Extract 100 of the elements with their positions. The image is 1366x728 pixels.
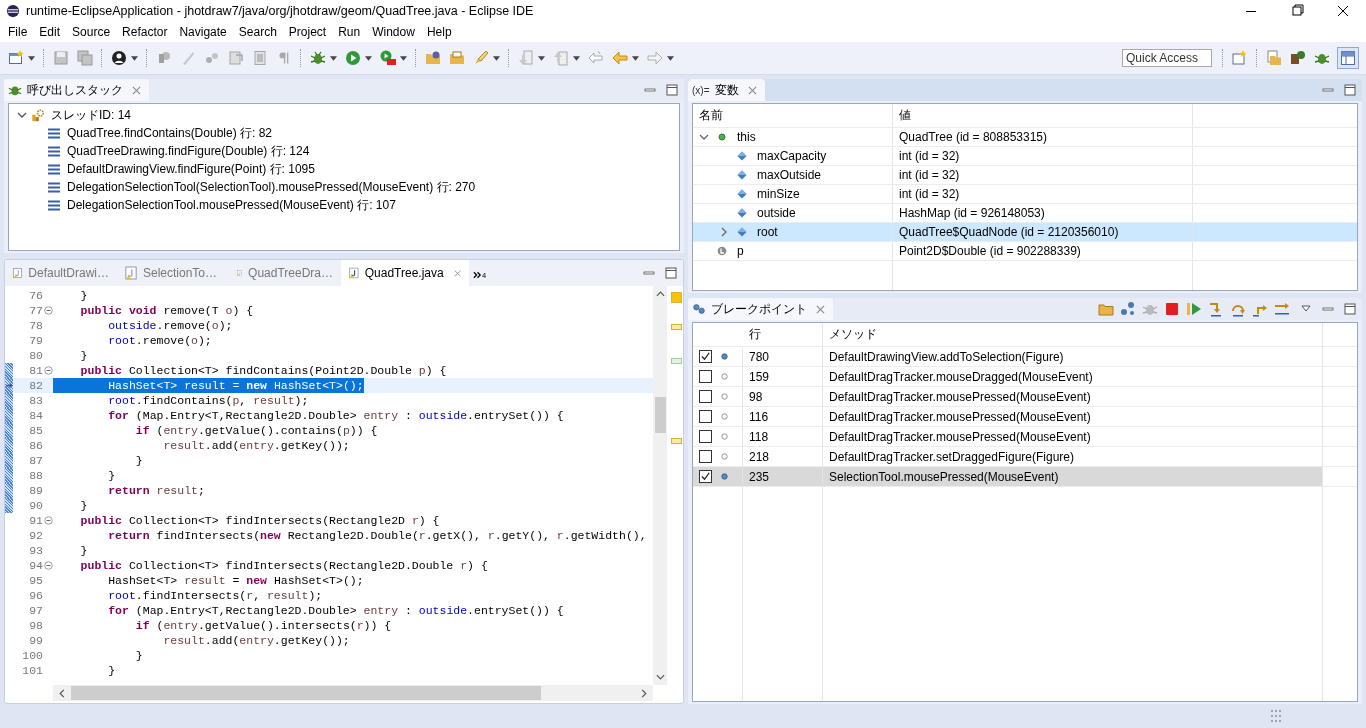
package-icon[interactable] <box>1290 50 1306 66</box>
caret-icon[interactable] <box>493 55 500 61</box>
variable-row[interactable]: maxOutside int (id = 32) <box>693 165 1357 184</box>
variable-row[interactable]: root QuadTree$QuadNode (id = 2120356010) <box>693 222 1357 241</box>
caret-icon[interactable] <box>28 55 35 61</box>
caret-icon[interactable] <box>538 55 545 61</box>
editor-tab[interactable]: DefaultDrawi… <box>5 260 117 286</box>
stop-icon[interactable] <box>1164 301 1180 317</box>
view-tab[interactable]: 変数 <box>714 81 739 99</box>
scroll-thumb[interactable] <box>71 686 541 700</box>
line-number: 80 <box>28 349 43 362</box>
method-cell: DefaultDragTracker.mousePressed(MouseEvent) <box>823 407 1323 426</box>
chevron-icon[interactable] <box>699 132 709 142</box>
caret-icon[interactable] <box>667 55 674 61</box>
menu-item[interactable]: Search <box>232 25 283 39</box>
variable-row[interactable]: this QuadTree (id = 808853315) <box>693 127 1357 146</box>
editor-tab[interactable]: SelectionTo… <box>117 260 229 286</box>
bug-icon[interactable] <box>310 50 326 66</box>
checkbox[interactable] <box>699 390 712 403</box>
maximize-icon[interactable] <box>1344 303 1356 315</box>
variable-name: maxCapacity <box>757 149 827 163</box>
checkbox[interactable] <box>699 430 712 443</box>
fold-icon[interactable] <box>43 366 53 375</box>
menu-item[interactable]: File <box>2 25 34 39</box>
scroll-thumb[interactable] <box>654 397 666 433</box>
menu-item[interactable]: Window <box>366 25 421 39</box>
breakpoint-row[interactable]: 780 DefaultDrawingView.addToSelection(Figure) <box>693 346 1357 366</box>
caret-icon[interactable] <box>573 55 580 61</box>
fold-icon[interactable] <box>43 516 53 525</box>
checkbox[interactable] <box>699 410 712 423</box>
layout-icon[interactable] <box>1338 48 1358 68</box>
menu-item[interactable]: Edit <box>33 25 67 39</box>
dots-icon[interactable] <box>1120 301 1136 317</box>
resume-icon[interactable] <box>1186 301 1202 317</box>
variable-row[interactable]: p Point2D$Double (id = 902288339) <box>693 241 1357 260</box>
menu-item[interactable]: Project <box>282 25 333 39</box>
breakpoint-row[interactable]: 116 DefaultDragTracker.mousePressed(MouseEvent) <box>693 406 1357 426</box>
close-icon[interactable] <box>132 85 141 95</box>
run-icon[interactable] <box>345 50 361 66</box>
code-line: } <box>79 543 88 558</box>
menu-item[interactable]: Help <box>420 25 458 39</box>
fold-icon[interactable] <box>43 561 53 570</box>
stack-frame[interactable]: DelegationSelectionTool(SelectionTool).mousePressed(MouseEvent) 行: 270 <box>67 178 476 196</box>
folder-icon[interactable] <box>449 50 465 66</box>
folder-icon[interactable] <box>1098 301 1114 317</box>
caret-icon[interactable] <box>632 55 639 61</box>
breakpoint-row[interactable]: 98 DefaultDragTracker.mousePressed(MouseEvent) <box>693 386 1357 406</box>
variable-row[interactable]: minSize int (id = 32) <box>693 184 1357 203</box>
chevron-icon[interactable] <box>719 227 729 237</box>
folder-icon[interactable] <box>425 50 441 66</box>
line-number: 83 <box>28 394 43 407</box>
stack-frame[interactable]: QuadTree.findContains(Double) 行: 82 <box>67 124 272 142</box>
breakpoint-row[interactable]: 235 SelectionTool.mousePressed(MouseEvent) <box>693 466 1357 486</box>
line-number: 85 <box>28 424 43 437</box>
thread-label[interactable]: スレッドID: 14 <box>51 106 131 124</box>
caret-icon[interactable] <box>400 55 407 61</box>
quick-access-field[interactable]: Quick Access <box>1122 49 1212 67</box>
checkbox[interactable] <box>699 350 712 363</box>
menu-item[interactable]: Refactor <box>116 25 174 39</box>
stack-frame[interactable]: DelegationSelectionTool.mousePressed(MouseEvent) 行: 107 <box>67 196 396 214</box>
caret-icon[interactable] <box>365 55 372 61</box>
column-header[interactable]: 行 <box>743 323 823 346</box>
chevron-icon[interactable] <box>17 110 27 120</box>
stack-frame[interactable]: QuadTreeDrawing.findFigure(Double) 行: 124 <box>67 142 310 160</box>
scroll-up-icon[interactable] <box>655 291 665 297</box>
editor-tab[interactable]: QuadTreeDra… <box>229 260 341 286</box>
maximize-icon[interactable] <box>665 267 677 279</box>
run-toolbox-icon[interactable] <box>380 50 396 66</box>
checkbox[interactable] <box>699 450 712 463</box>
variable-row[interactable]: maxCapacity int (id = 32) <box>693 146 1357 165</box>
maximize-icon[interactable] <box>1344 84 1356 96</box>
fold-icon[interactable] <box>43 306 53 315</box>
breakpoint-row[interactable]: 118 DefaultDragTracker.mousePressed(MouseEvent) <box>693 426 1357 446</box>
editor-tab[interactable]: QuadTree.java <box>341 260 469 286</box>
horizontal-scrollbar[interactable] <box>53 685 653 701</box>
checkbox[interactable] <box>699 370 712 383</box>
checkbox[interactable] <box>699 470 712 483</box>
caret-icon[interactable] <box>131 55 138 61</box>
caret-icon[interactable] <box>330 55 337 61</box>
chevron-icon <box>473 270 482 279</box>
close-icon[interactable] <box>747 85 757 95</box>
scroll-left-icon[interactable] <box>59 688 65 698</box>
column-header[interactable]: 名前 <box>693 104 893 127</box>
breakpoint-row[interactable]: 159 DefaultDragTracker.mouseDragged(MouseEvent) <box>693 366 1357 386</box>
vertical-scrollbar[interactable] <box>653 286 667 685</box>
scroll-down-icon[interactable] <box>655 674 665 680</box>
close-icon[interactable] <box>816 304 825 314</box>
step-into-icon[interactable] <box>1208 301 1224 317</box>
column-header[interactable]: 値 <box>893 104 1193 127</box>
menu-item[interactable]: Run <box>332 25 367 39</box>
person-icon[interactable] <box>111 50 127 66</box>
scroll-right-icon[interactable] <box>641 688 647 698</box>
menu-item[interactable]: Source <box>66 25 117 39</box>
new-file-icon[interactable] <box>8 50 24 66</box>
line-number: 78 <box>28 319 43 332</box>
column-header[interactable]: メソッド <box>823 323 1323 346</box>
maximize-icon[interactable] <box>666 84 678 96</box>
stack-frame[interactable]: DefaultDrawingView.findFigure(Point) 行: 1095 <box>67 160 315 178</box>
skip-icon[interactable] <box>1274 301 1290 317</box>
menu-item[interactable]: Navigate <box>173 25 233 39</box>
